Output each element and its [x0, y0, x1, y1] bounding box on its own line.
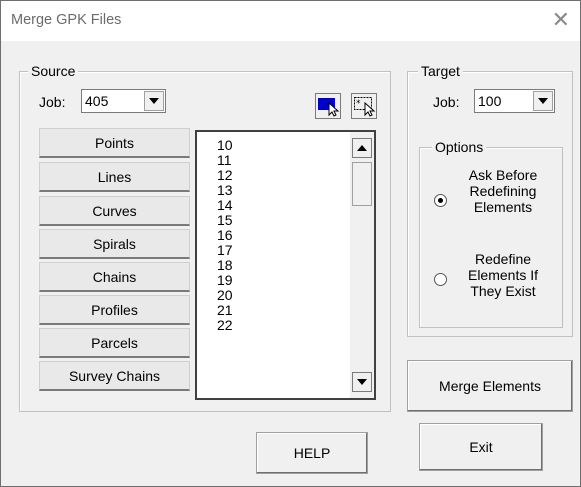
list-scrollbar[interactable]: [350, 132, 374, 398]
list-item[interactable]: 21: [217, 303, 233, 318]
target-legend: Target: [418, 62, 463, 80]
list-item[interactable]: 13: [217, 183, 233, 198]
points-button[interactable]: Points: [39, 128, 190, 158]
svg-text:*: *: [356, 99, 361, 109]
window-title: Merge GPK Files: [11, 12, 122, 28]
help-button[interactable]: HELP: [256, 432, 368, 474]
curves-button[interactable]: Curves: [39, 196, 190, 226]
list-item[interactable]: 11: [217, 153, 232, 168]
list-item[interactable]: 15: [217, 213, 233, 228]
select-pattern-button[interactable]: *: [351, 93, 377, 119]
source-job-label: Job:: [39, 94, 66, 110]
scroll-up-icon[interactable]: [352, 138, 372, 158]
scroll-thumb[interactable]: [352, 162, 372, 206]
profiles-button[interactable]: Profiles: [39, 295, 190, 325]
ask-before-redefining-label[interactable]: Ask Before Redefining Elements: [453, 167, 553, 215]
select-all-button[interactable]: [315, 93, 341, 119]
target-job-combo[interactable]: 100: [474, 89, 555, 113]
survey-chains-button[interactable]: Survey Chains: [39, 361, 190, 391]
redefine-if-exist-label[interactable]: Redefine Elements If They Exist: [453, 251, 553, 299]
redefine-if-exist-radio[interactable]: [434, 273, 447, 286]
target-job-dropdown-icon[interactable]: [533, 91, 553, 111]
list-item[interactable]: 14: [217, 198, 233, 213]
list-item[interactable]: 17: [217, 243, 233, 258]
lines-button[interactable]: Lines: [39, 162, 190, 192]
list-item[interactable]: 12: [217, 168, 233, 183]
options-legend: Options: [432, 138, 487, 156]
parcels-button[interactable]: Parcels: [39, 328, 190, 358]
element-number-list[interactable]: 10 11 12 13 14 15 16 17 18 19 20 21 22: [195, 130, 376, 400]
scroll-down-icon[interactable]: [352, 372, 372, 392]
list-item[interactable]: 22: [217, 318, 233, 333]
list-item[interactable]: 19: [217, 273, 233, 288]
list-item[interactable]: 20: [217, 288, 233, 303]
exit-button[interactable]: Exit: [419, 423, 543, 471]
source-legend: Source: [28, 62, 79, 80]
list-item[interactable]: 18: [217, 258, 233, 273]
source-job-combo[interactable]: 405: [81, 89, 166, 113]
chains-button[interactable]: Chains: [39, 262, 190, 292]
merge-elements-button[interactable]: Merge Elements: [407, 360, 573, 412]
select-all-icon: [318, 98, 340, 117]
source-job-dropdown-icon[interactable]: [144, 91, 164, 111]
source-job-value: 405: [85, 93, 109, 109]
select-pattern-icon: *: [354, 97, 376, 117]
merge-gpk-dialog: Merge GPK Files ✕ Source Job: 405 * Poin…: [0, 0, 581, 487]
target-job-label: Job:: [433, 94, 460, 110]
spirals-button[interactable]: Spirals: [39, 229, 190, 259]
list-item[interactable]: 16: [217, 228, 233, 243]
close-icon[interactable]: ✕: [552, 7, 570, 33]
title-bar: Merge GPK Files ✕: [1, 1, 580, 41]
list-item[interactable]: 10: [217, 138, 233, 153]
target-job-value: 100: [478, 93, 502, 109]
ask-before-redefining-radio[interactable]: [434, 194, 447, 207]
